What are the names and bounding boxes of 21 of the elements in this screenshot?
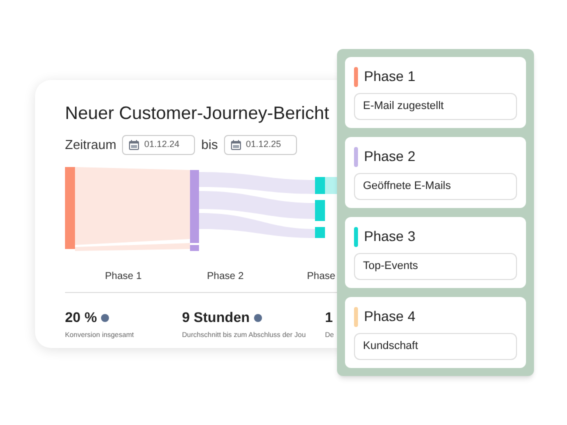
separator-label: bis: [201, 136, 218, 154]
phase-title: Phase 3: [364, 227, 416, 246]
date-field[interactable]: 01.12.25: [224, 135, 297, 155]
stage-label: Phase 1: [105, 270, 143, 284]
stat-value: 20 %: [65, 308, 97, 327]
report-title: Neuer Customer-Journey-Bericht: [65, 102, 330, 125]
calendar-icon: [230, 140, 241, 150]
phase-field[interactable]: Geöffnete E-Mails: [354, 173, 517, 200]
stat-value: 9 Stunden: [182, 308, 250, 327]
phase-field[interactable]: E-Mail zugestellt: [354, 93, 517, 120]
phase-field[interactable]: Kundschaft: [354, 333, 517, 360]
stage-label: Phase 2: [207, 270, 245, 284]
phase-title: Phase 1: [364, 67, 416, 86]
phase-title: Phase 2: [364, 147, 416, 166]
calendar-icon: [129, 140, 140, 150]
stage-label: Phase: [307, 270, 336, 284]
phase-title: Phase 4: [364, 307, 416, 326]
stat-value: 1: [325, 308, 333, 327]
date-field[interactable]: 01.12.24: [122, 135, 196, 155]
period-label: Zeitraum: [65, 136, 116, 154]
phase-field[interactable]: Top-Events: [354, 253, 517, 280]
